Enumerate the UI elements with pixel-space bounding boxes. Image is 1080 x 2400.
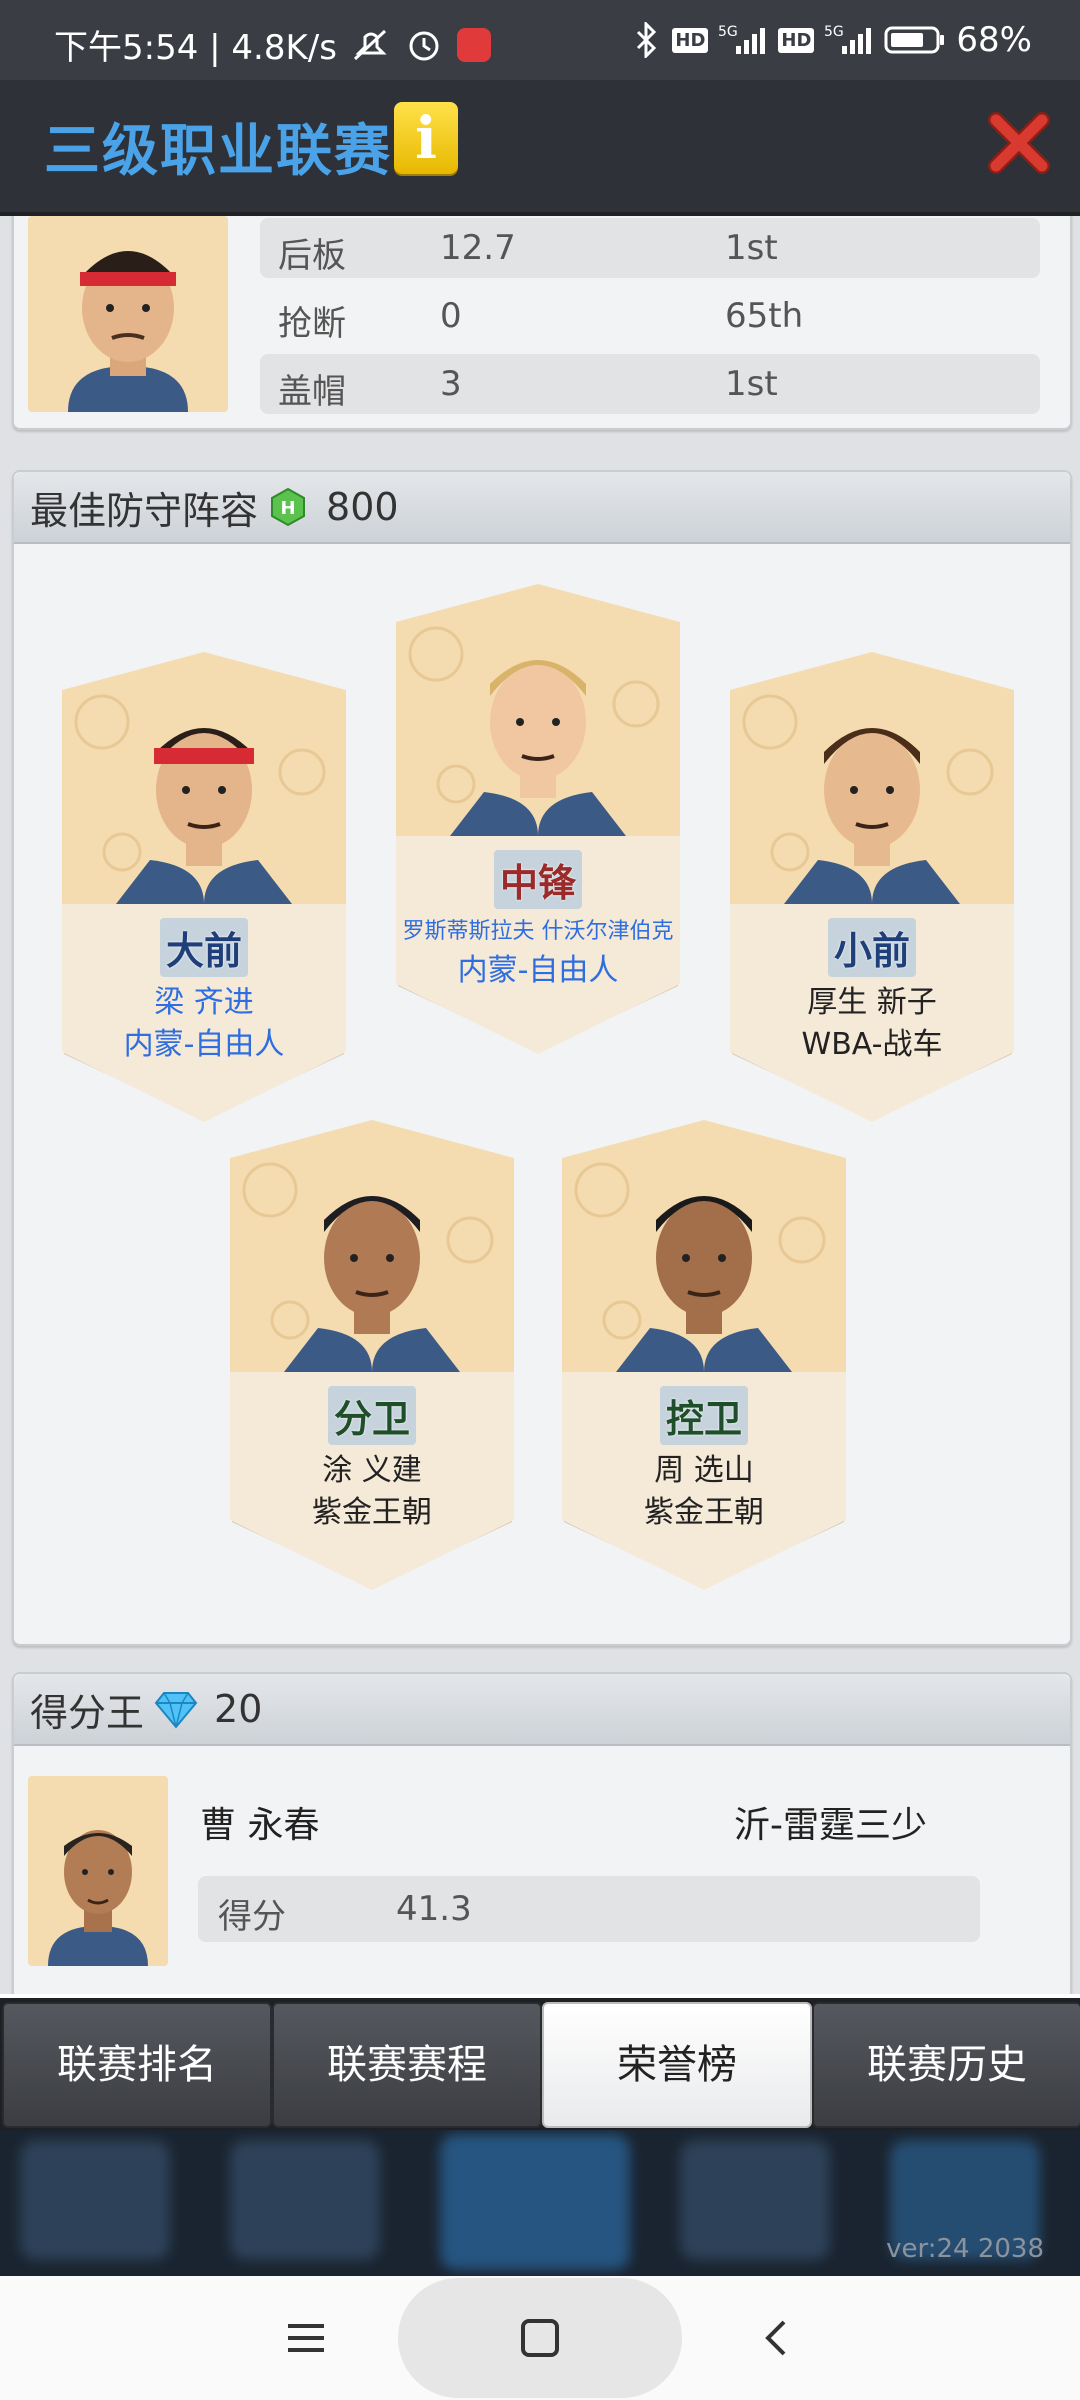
svg-text:H: H [280,498,295,519]
netease-music-icon [456,27,491,62]
back-icon[interactable] [756,2318,796,2358]
battery-percent: 68% [956,20,1032,60]
system-nav-bar [0,2276,1080,2400]
mute-icon [353,29,387,60]
version-label: ver:24 2038 [886,2234,1044,2264]
player-name: 厚生 新子 [807,985,937,1020]
bottom-tab-bar: 联赛排名 联赛赛程 荣誉榜 联赛历史 [0,1998,1080,2130]
player-team: 沂-雷霆三少 [734,1805,927,1846]
alarm-icon [409,31,439,60]
player-team: 内蒙-自由人 [457,953,619,988]
position-badge: 中锋 [493,850,582,909]
green-hex-coin-icon: H [271,487,306,527]
close-icon[interactable] [986,110,1052,176]
tab-honor-list[interactable]: 荣誉榜 [542,2002,812,2128]
player-card[interactable]: 控卫周 选山紫金王朝 [562,1120,846,1590]
status-time-speed: 下午5:54 | 4.8K/s [54,28,337,68]
position-badge: 大前 [159,918,248,977]
hd-signal-icon-2: HD [778,27,815,53]
app-header: 三级职业联赛 i [0,80,1080,216]
bluetooth-icon [637,22,657,58]
position-badge: 分卫 [327,1386,416,1445]
svg-text:5G: 5G [824,24,844,40]
player-name: 周 选山 [654,1453,754,1488]
stat-row: 得分 41.3 [198,1876,980,1942]
player-avatar [28,216,228,412]
hd-signal-icon: HD [672,27,709,53]
player-name: 罗斯蒂斯拉夫 什沃尔津伯克 [402,919,674,944]
menu-icon[interactable] [286,2318,326,2358]
scoring-king-panel: 得分王 20 曹 永春 沂-雷霆三少 得分 41.3 [12,1672,1072,1994]
signal-5g-icon-2: 5G [824,24,872,54]
player-info: 梁 齐进内蒙-自由人 [62,982,346,1066]
player-team: 紫金王朝 [312,1495,432,1530]
player-info: 涂 义建 紫金王朝 [230,1450,514,1534]
player-team: WBA-战车 [801,1027,943,1062]
tab-league-history[interactable]: 联赛历史 [812,2002,1080,2128]
reward-amount: 800 [326,485,399,529]
player-card[interactable]: 中锋罗斯蒂斯拉夫 什沃尔津伯克内蒙-自由人 [396,584,680,1054]
position-badge: 小前 [827,918,916,977]
panel-title: 得分王 [30,1690,145,1735]
panel-header: 最佳防守阵容 H 800 [14,472,1070,544]
battery-icon [884,26,945,54]
stat-row: 盖帽 3 1st [260,354,1040,414]
stat-row: 抢断 0 65th [278,296,804,344]
player-info: 周 选山 紫金王朝 [562,1450,846,1534]
player-info: 罗斯蒂斯拉夫 什沃尔津伯克内蒙-自由人 [396,914,680,992]
diamond-icon [154,1692,198,1729]
player-team: 内蒙-自由人 [123,1027,285,1062]
player-card[interactable]: 小前厚生 新子 WBA-战车 [730,652,1014,1122]
svg-text:5G: 5G [718,24,738,40]
player-info: 厚生 新子 WBA-战车 [730,982,1014,1066]
player-card[interactable]: 分卫涂 义建紫金王朝 [230,1120,514,1590]
status-bar: 下午5:54 | 4.8K/s HD 5G HD 5G 68% [0,0,1080,80]
info-button[interactable]: i [394,102,458,174]
reward-amount: 20 [214,1687,263,1731]
home-icon[interactable] [520,2318,560,2358]
player-card[interactable]: 大前梁 齐进内蒙-自由人 [62,652,346,1122]
tab-league-schedule[interactable]: 联赛赛程 [272,2002,542,2128]
player-name: 曹 永春 [200,1805,320,1846]
signal-5g-icon: 5G [718,24,766,54]
tab-league-ranking[interactable]: 联赛排名 [2,2002,272,2128]
player-avatar [28,1776,168,1966]
player-name: 梁 齐进 [154,985,254,1020]
player-name: 涂 义建 [322,1453,422,1488]
player-team: 紫金王朝 [644,1495,764,1530]
stat-row: 后板 12.7 1st [260,218,1040,278]
panel-header: 得分王 20 [14,1674,1070,1746]
position-badge: 控卫 [659,1386,748,1445]
rebound-leader-panel: 后板 12.7 1st 抢断 0 65th 盖帽 3 1st [12,216,1072,430]
panel-title: 最佳防守阵容 [30,488,259,533]
page-title: 三级职业联赛 [44,119,392,184]
